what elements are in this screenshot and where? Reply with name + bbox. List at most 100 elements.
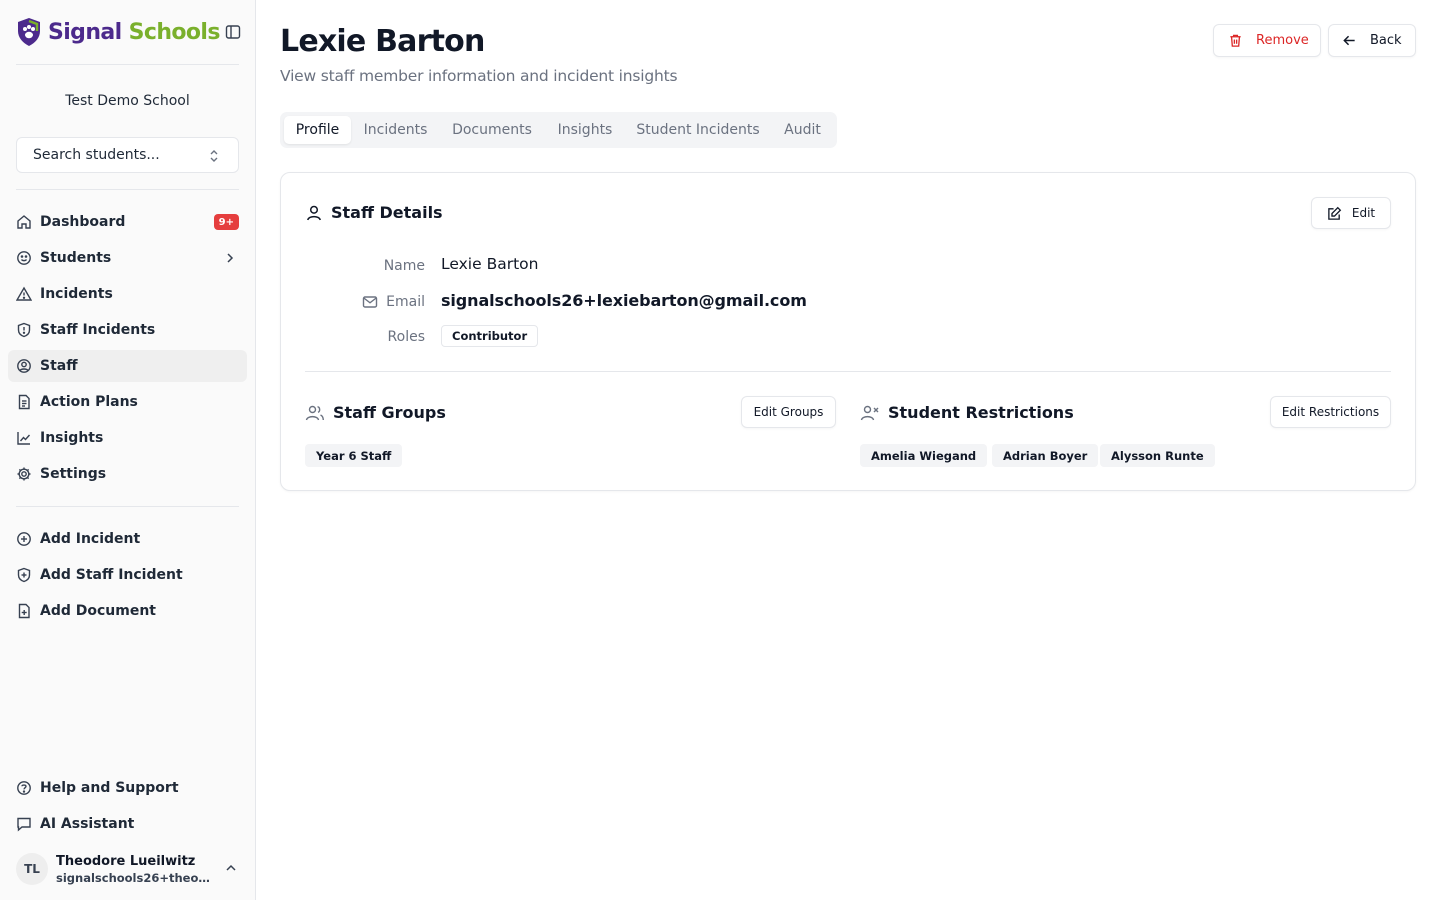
sidebar-divider xyxy=(16,64,239,65)
chevrons-up-down-icon xyxy=(210,150,218,162)
section-divider xyxy=(305,371,1391,372)
file-plus-icon xyxy=(16,603,32,619)
help-circle-icon xyxy=(16,780,32,796)
tab-audit[interactable]: Audit xyxy=(772,116,833,144)
student-icon xyxy=(16,250,32,266)
page-subtitle: View staff member information and incide… xyxy=(280,67,678,85)
warning-icon xyxy=(16,286,32,302)
arrow-left-icon xyxy=(1343,35,1355,46)
chevron-up-icon xyxy=(226,864,236,871)
restricted-student-chip: Amelia Wiegand xyxy=(860,444,988,467)
sidebar-item-staff[interactable]: Staff xyxy=(8,350,247,382)
sidebar-item-settings[interactable]: Settings xyxy=(8,458,247,490)
shield-plus-icon xyxy=(16,567,32,583)
student-restrictions-title: Student Restrictions xyxy=(888,403,1074,422)
user-email: signalschools26+theodore.lueilwitz@gmail… xyxy=(56,870,216,885)
name-label: Name xyxy=(383,258,425,274)
document-icon xyxy=(16,394,32,410)
sidebar-item-label: Students xyxy=(40,250,112,266)
sidebar-item-insights[interactable]: Insights xyxy=(8,422,247,454)
user-circle-icon xyxy=(16,358,32,374)
shield-alert-icon xyxy=(16,322,32,338)
sidebar-toggle-button[interactable] xyxy=(222,22,244,42)
staff-profile-card: Staff Details Edit Name Lexie Barton Ema… xyxy=(280,172,1416,491)
school-name: Test Demo School xyxy=(65,93,190,109)
staff-group-chip: Year 6 Staff xyxy=(305,444,403,467)
sidebar-item-label: Incidents xyxy=(40,286,113,302)
footer-link-label: Help and Support xyxy=(40,780,179,796)
add-incident-link[interactable]: Add Incident xyxy=(8,523,247,555)
sidebar-item-incidents[interactable]: Incidents xyxy=(8,278,247,310)
remove-button[interactable]: Remove xyxy=(1213,24,1321,57)
back-button[interactable]: Back xyxy=(1328,24,1416,57)
brand-word-2: Schools xyxy=(128,19,221,45)
tab-insights[interactable]: Insights xyxy=(546,116,624,144)
email-label: Email xyxy=(386,294,425,310)
staff-groups-heading: Staff Groups xyxy=(305,403,446,422)
sidebar-item-staff-incidents[interactable]: Staff Incidents xyxy=(8,314,247,346)
restricted-student-chip: Alysson Runte xyxy=(1100,444,1215,467)
footer-link-label: AI Assistant xyxy=(40,816,135,832)
email-label-row: Email xyxy=(305,292,425,312)
action-label: Add Document xyxy=(40,603,156,619)
edit-restrictions-button[interactable]: Edit Restrictions xyxy=(1270,396,1391,428)
staff-email-value: signalschools26+lexiebarton@gmail.com xyxy=(441,291,807,310)
staff-details-title: Staff Details xyxy=(331,203,443,222)
sidebar-item-students[interactable]: Students xyxy=(8,242,247,274)
remove-button-label: Remove xyxy=(1256,33,1309,48)
shield-paw-logo-icon xyxy=(18,18,40,46)
chevron-right-icon xyxy=(227,253,234,263)
tab-student-incidents[interactable]: Student Incidents xyxy=(626,116,770,144)
tab-list: Profile Incidents Documents Insights Stu… xyxy=(280,112,837,148)
student-search-combobox[interactable]: Search students... xyxy=(16,137,239,173)
home-icon xyxy=(16,214,32,230)
tab-documents[interactable]: Documents xyxy=(440,116,544,144)
page-title: Lexie Barton xyxy=(280,24,485,59)
sidebar-panel-icon xyxy=(225,25,241,39)
edit-button-label: Edit xyxy=(1351,206,1376,220)
action-label: Add Incident xyxy=(40,531,141,547)
sidebar-divider xyxy=(16,506,239,507)
ai-assistant-link[interactable]: AI Assistant xyxy=(8,808,247,840)
chart-line-icon xyxy=(16,430,32,446)
brand-logo[interactable]: Signal Schools xyxy=(16,15,220,49)
user-name: Theodore Lueilwitz xyxy=(56,853,196,869)
trash-icon xyxy=(1230,34,1241,47)
edit-groups-button[interactable]: Edit Groups xyxy=(741,396,836,428)
action-label: Add Staff Incident xyxy=(40,567,183,583)
staff-details-heading: Staff Details xyxy=(305,203,443,222)
student-search-placeholder: Search students... xyxy=(33,147,160,163)
sidebar-item-label: Settings xyxy=(40,466,107,482)
sidebar-divider xyxy=(16,189,239,190)
avatar: TL xyxy=(16,853,48,885)
add-staff-incident-link[interactable]: Add Staff Incident xyxy=(8,559,247,591)
user-menu[interactable]: TL Theodore Lueilwitz signalschools26+th… xyxy=(16,849,246,889)
roles-label: Roles xyxy=(387,329,425,345)
staff-name-value: Lexie Barton xyxy=(441,255,539,273)
sidebar-item-label: Dashboard xyxy=(40,214,126,230)
sidebar-item-dashboard[interactable]: Dashboard 9+ xyxy=(8,206,247,238)
help-and-support-link[interactable]: Help and Support xyxy=(8,772,247,804)
chat-icon xyxy=(16,816,32,832)
edit-details-button[interactable]: Edit xyxy=(1311,197,1391,229)
student-restrictions-heading: Student Restrictions xyxy=(860,403,1074,422)
restricted-student-chip: Adrian Boyer xyxy=(992,444,1099,467)
sidebar-item-action-plans[interactable]: Action Plans xyxy=(8,386,247,418)
sidebar-item-label: Insights xyxy=(40,430,104,446)
back-button-label: Back xyxy=(1370,33,1402,48)
sidebar: Signal Schools Test Demo School Search s… xyxy=(0,0,256,900)
mail-icon xyxy=(362,296,378,308)
notification-badge: 9+ xyxy=(213,214,239,230)
tab-incidents[interactable]: Incidents xyxy=(353,116,438,144)
gear-icon xyxy=(16,466,32,482)
plus-circle-icon xyxy=(16,531,32,547)
users-icon xyxy=(305,405,324,420)
brand-word-1: Signal xyxy=(48,19,122,45)
user-x-icon xyxy=(860,405,879,420)
edit-icon xyxy=(1328,206,1342,220)
sidebar-item-label: Staff xyxy=(40,358,78,374)
sidebar-item-label: Action Plans xyxy=(40,394,138,410)
sidebar-item-label: Staff Incidents xyxy=(40,322,156,338)
tab-profile[interactable]: Profile xyxy=(284,116,351,144)
add-document-link[interactable]: Add Document xyxy=(8,595,247,627)
